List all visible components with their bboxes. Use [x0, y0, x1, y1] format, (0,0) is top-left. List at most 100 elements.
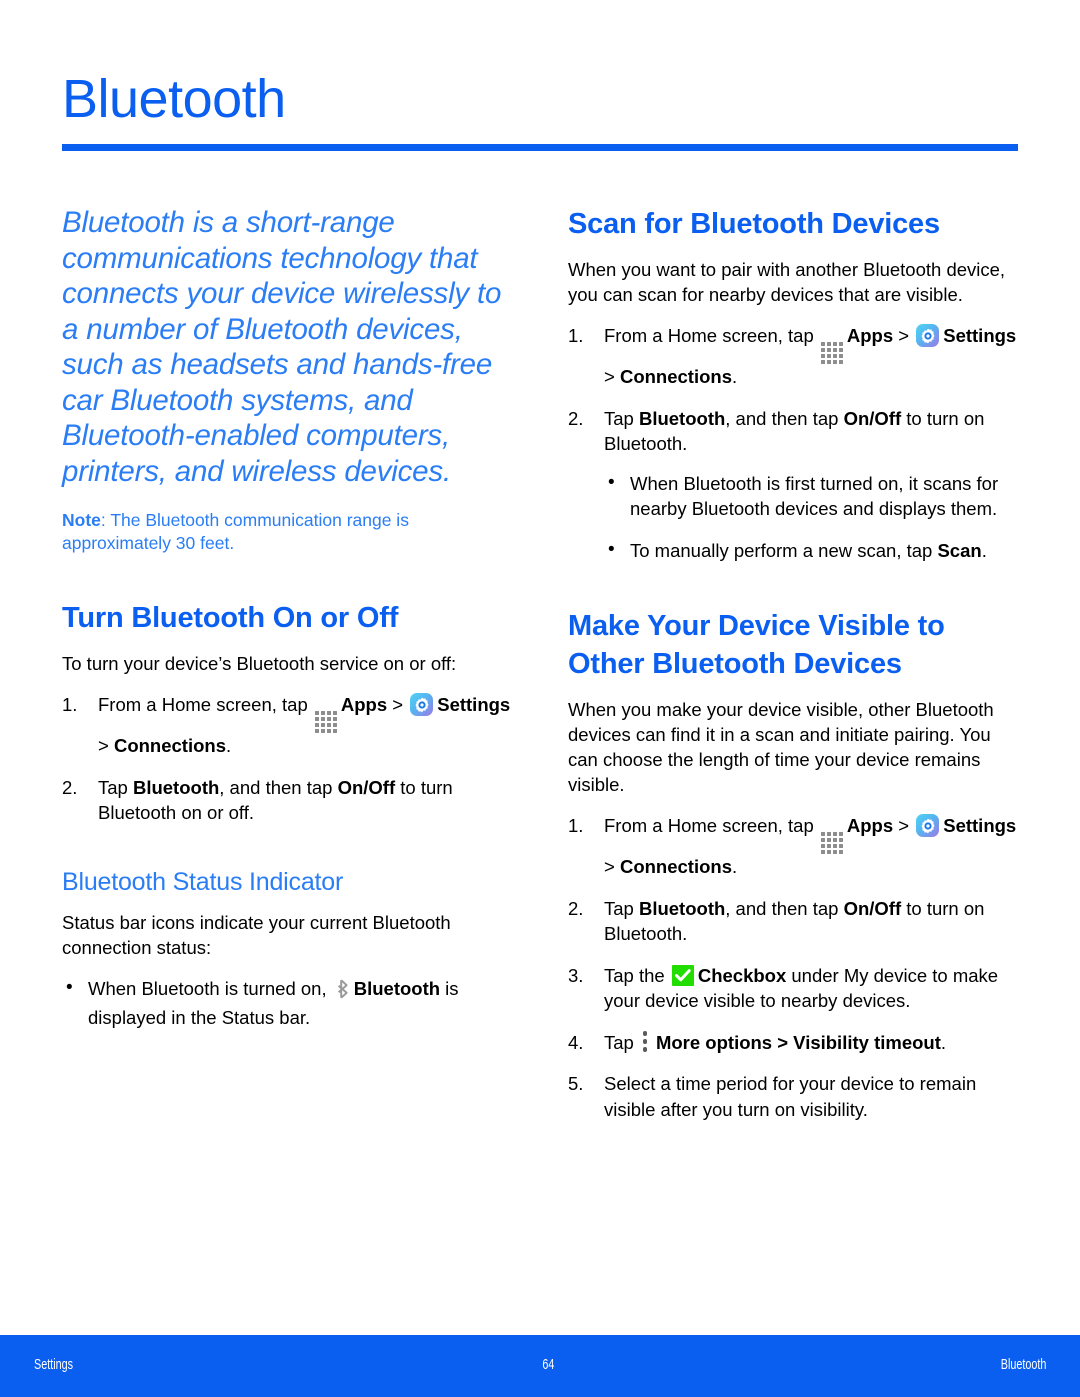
bullet-dot: • [608, 538, 615, 560]
bluetooth-bold-label: Bluetooth [638, 897, 726, 919]
bullet-text-part: When Bluetooth is turned on, [88, 977, 332, 999]
step-end-punctuation: . [731, 366, 738, 387]
list-item: • To manually perform a new scan, tap Sca… [604, 538, 1018, 564]
page-title: Bluetooth [62, 69, 286, 129]
step-number: 2. [568, 407, 584, 429]
step-text-part: Tap the [604, 964, 670, 986]
apps-grid-icon[interactable] [820, 832, 843, 854]
footer-section-label: Settings [34, 1356, 74, 1373]
connections-label: Connections [619, 366, 732, 387]
step-item: 1. From a Home screen, tap Apps > Setting… [568, 813, 1018, 880]
list-item: • When Bluetooth is turned on, Bluetooth … [62, 976, 518, 1031]
step-end-punctuation: . [940, 1031, 947, 1053]
step-separator: > [893, 325, 915, 346]
step-number: 3. [568, 964, 584, 986]
note-label: Note [62, 510, 101, 530]
step-end-punctuation: . [731, 856, 738, 877]
turn-bluetooth-lead-text: To turn your device’s Bluetooth service … [62, 653, 457, 674]
step-text-part: Tap [604, 897, 639, 919]
settings-label: Settings [437, 694, 511, 715]
section-heading-turn-bluetooth-on-or-off: Turn Bluetooth On or Off [62, 602, 399, 634]
bluetooth-bold-label: Bluetooth [638, 407, 726, 429]
bullet-text-part: To manually perform a new scan, tap [630, 539, 938, 561]
settings-gear-icon[interactable] [410, 693, 434, 716]
footer-page-number: 64 [542, 1356, 555, 1373]
step-end-punctuation: . [225, 735, 232, 756]
left-column: Bluetooth is a short-range communication… [0, 205, 540, 1138]
apps-label: Apps [846, 815, 894, 836]
apps-grid-icon[interactable] [820, 342, 843, 364]
section-heading-make-your-device-visible: Make Your Device Visible to Other Blueto… [568, 610, 945, 680]
document-page: Bluetooth Bluetooth is a short-range com… [0, 0, 1080, 1397]
step-item: 4. Tap More options > Visibility timeout. [568, 1030, 1018, 1056]
step-item: 2. Tap Bluetooth, and then tap On/Off to … [62, 775, 518, 826]
settings-gear-icon[interactable] [916, 814, 940, 837]
bullet-dot: • [66, 976, 73, 998]
list-item: • When Bluetooth is first turned on, it s… [604, 471, 1018, 522]
step-text-part: Tap [98, 776, 133, 798]
step-number: 5. [568, 1073, 584, 1094]
turn-bluetooth-steps-list: 1. From a Home screen, tap Apps > Setting… [62, 692, 518, 826]
step-item: 1. From a Home screen, tap Apps > Setting… [568, 323, 1018, 390]
page-footer: Settings 64 Bluetooth [0, 1335, 1080, 1397]
step-separator-2: > [604, 856, 620, 877]
step-text-part: From a Home screen, tap [604, 325, 819, 346]
scan-sub-bullet-list: • When Bluetooth is first turned on, it s… [604, 471, 1018, 564]
note-separator: : [100, 510, 111, 530]
step-text-part: Tap [604, 1031, 639, 1053]
step-text-part: , and then tap [725, 407, 844, 429]
scan-lead-text: When you want to pair with another Bluet… [568, 259, 1006, 305]
content-columns: Bluetooth is a short-range communication… [0, 205, 1080, 1138]
settings-gear-icon[interactable] [916, 324, 940, 347]
step-number: 1. [568, 815, 584, 836]
step-separator: > [387, 694, 409, 715]
intro-paragraph: Bluetooth is a short-range communication… [62, 206, 502, 488]
onoff-bold-label: On/Off [843, 407, 902, 429]
visible-steps-list: 1. From a Home screen, tap Apps > Setting… [568, 813, 1018, 1122]
step-number: 2. [62, 776, 78, 798]
scan-steps-list: 1. From a Home screen, tap Apps > Setting… [568, 323, 1018, 563]
bullet-dot: • [608, 471, 615, 493]
connections-label: Connections [619, 856, 732, 877]
step-item: 3. Tap the Checkbox under My device to ma… [568, 963, 1018, 1014]
subsection-heading-bluetooth-status-indicator: Bluetooth Status Indicator [62, 867, 344, 896]
note-text: The Bluetooth communication range is app… [62, 510, 409, 553]
bullet-text-part: . [981, 539, 987, 561]
step-text-part: Select a time period for your device to … [604, 1073, 977, 1120]
bullet-text: When Bluetooth is first turned on, it sc… [630, 472, 999, 520]
footer-topic-label: Bluetooth [1000, 1356, 1046, 1373]
step-separator-2: > [604, 366, 620, 387]
step-item: 2. Tap Bluetooth, and then tap On/Off to … [568, 896, 1018, 947]
onoff-bold-label: On/Off [843, 897, 902, 919]
status-indicator-lead-text: Status bar icons indicate your current B… [62, 911, 451, 958]
visible-lead-text: When you make your device visible, other… [568, 699, 994, 795]
green-checkbox-icon[interactable] [671, 964, 694, 986]
step-separator: > [893, 815, 915, 836]
step-number: 2. [568, 897, 584, 919]
bluetooth-bold-label: Bluetooth [353, 977, 441, 999]
scan-bold-label: Scan [937, 539, 982, 561]
step-item: 5. Select a time period for your device t… [568, 1071, 1018, 1122]
step-text-part: , and then tap [725, 897, 844, 919]
apps-label: Apps [340, 694, 388, 715]
step-text-part: , and then tap [219, 776, 338, 798]
section-heading-scan-for-bluetooth-devices: Scan for Bluetooth Devices [568, 208, 940, 240]
step-text-part: Tap [604, 407, 639, 429]
title-divider-rule [62, 144, 1018, 151]
more-options-vertical-dots-icon[interactable] [642, 1031, 649, 1052]
step-number: 1. [62, 694, 78, 715]
checkbox-label: Checkbox [697, 964, 787, 986]
note-paragraph: Note: The Bluetooth communication range … [62, 509, 518, 555]
step-number: 1. [568, 325, 584, 346]
right-column: Scan for Bluetooth Devices When you want… [540, 205, 1080, 1138]
apps-grid-icon[interactable] [314, 711, 337, 733]
step-number: 4. [568, 1031, 584, 1053]
page-header: Bluetooth [62, 68, 1018, 151]
bluetooth-bold-label: Bluetooth [132, 776, 220, 798]
step-text-part: From a Home screen, tap [98, 694, 313, 715]
apps-label: Apps [846, 325, 894, 346]
step-text-part: From a Home screen, tap [604, 815, 819, 836]
step-separator-2: > [98, 735, 114, 756]
step-item: 1. From a Home screen, tap Apps > Setting… [62, 692, 518, 759]
settings-label: Settings [943, 815, 1017, 836]
